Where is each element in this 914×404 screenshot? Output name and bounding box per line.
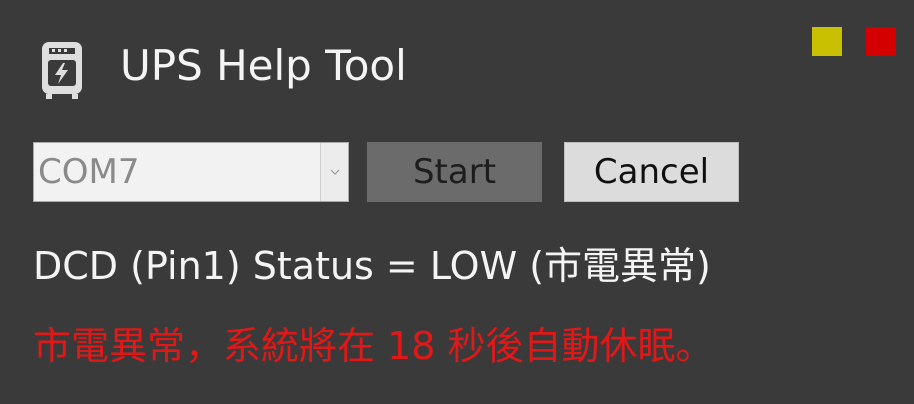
com-port-select[interactable]: COM7 bbox=[33, 142, 349, 202]
dcd-status-text: DCD (Pin1) Status = LOW (市電異常) bbox=[33, 244, 711, 288]
com-port-value: COM7 bbox=[38, 152, 140, 192]
chevron-down-icon[interactable] bbox=[320, 143, 348, 201]
ups-device-icon bbox=[38, 38, 86, 100]
close-button[interactable] bbox=[866, 27, 896, 56]
cancel-button[interactable]: Cancel bbox=[564, 142, 739, 202]
sleep-warning-text: 市電異常，系統將在 18 秒後自動休眠。 bbox=[33, 324, 714, 368]
app-title: UPS Help Tool bbox=[120, 41, 407, 90]
minimize-button[interactable] bbox=[812, 27, 842, 56]
start-button[interactable]: Start bbox=[367, 142, 542, 202]
